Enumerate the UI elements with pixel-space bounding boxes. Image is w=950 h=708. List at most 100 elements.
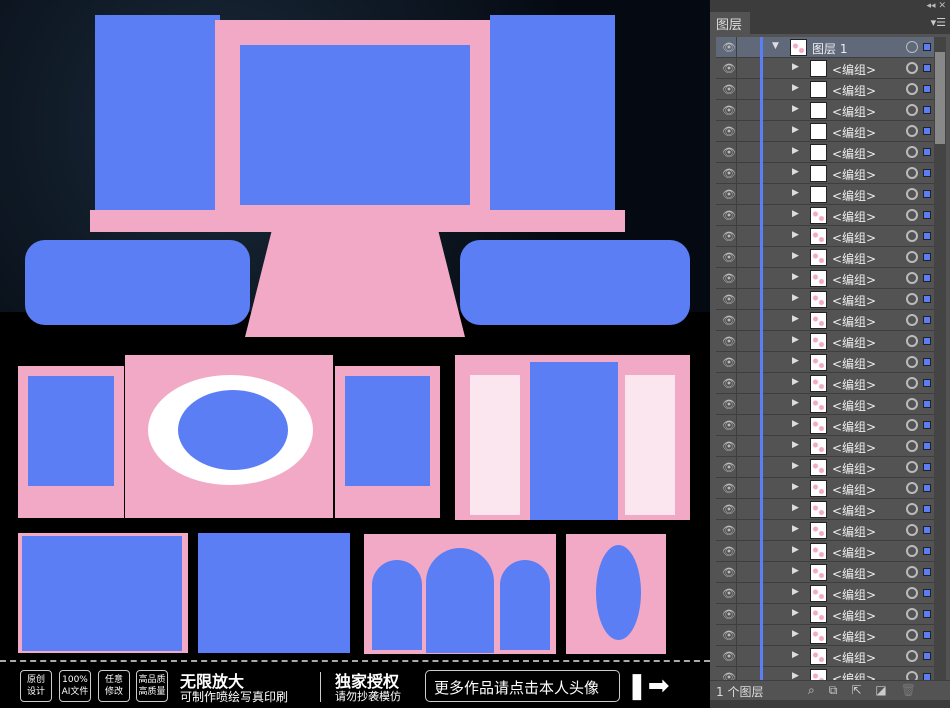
- selection-indicator[interactable]: [923, 274, 931, 282]
- expand-right-icon[interactable]: ▶: [792, 629, 799, 639]
- resize-grip[interactable]: [710, 700, 950, 708]
- expand-right-icon[interactable]: ▶: [792, 503, 799, 513]
- selection-indicator[interactable]: [923, 421, 931, 429]
- group-row[interactable]: 👁 ▶ <编组>: [716, 310, 934, 331]
- target-icon[interactable]: [906, 272, 918, 284]
- group-row[interactable]: 👁 ▶ <编组>: [716, 520, 934, 541]
- expand-right-icon[interactable]: ▶: [792, 314, 799, 324]
- selection-indicator[interactable]: [923, 253, 931, 261]
- new-layer-icon[interactable]: ◪: [875, 683, 900, 697]
- selection-indicator[interactable]: [923, 232, 931, 240]
- expand-right-icon[interactable]: ▶: [792, 272, 799, 282]
- group-row[interactable]: 👁 ▶ <编组>: [716, 247, 934, 268]
- artboard-canvas[interactable]: 原创 设计 100% AI文件 任意 修改 高品质 高质量 无限放大 可制作喷绘…: [0, 0, 710, 708]
- target-icon[interactable]: [906, 314, 918, 326]
- selection-indicator[interactable]: [923, 295, 931, 303]
- group-row[interactable]: 👁 ▶ <编组>: [716, 478, 934, 499]
- expand-right-icon[interactable]: ▶: [792, 146, 799, 156]
- group-row[interactable]: 👁 ▶ <编组>: [716, 541, 934, 562]
- expand-right-icon[interactable]: ▶: [792, 356, 799, 366]
- target-icon[interactable]: [906, 440, 918, 452]
- target-icon[interactable]: [906, 419, 918, 431]
- expand-right-icon[interactable]: ▶: [792, 230, 799, 240]
- target-icon[interactable]: [906, 650, 918, 662]
- expand-right-icon[interactable]: ▶: [792, 104, 799, 114]
- scrollbar[interactable]: [934, 37, 946, 680]
- group-row[interactable]: 👁 ▶ <编组>: [716, 415, 934, 436]
- group-row[interactable]: 👁 ▶ <编组>: [716, 583, 934, 604]
- expand-right-icon[interactable]: ▶: [792, 650, 799, 660]
- clipping-mask-icon[interactable]: ⧉: [829, 683, 852, 697]
- expand-right-icon[interactable]: ▶: [792, 482, 799, 492]
- target-icon[interactable]: [906, 545, 918, 557]
- group-row[interactable]: 👁 ▶ <编组>: [716, 394, 934, 415]
- selection-indicator[interactable]: [923, 43, 931, 51]
- target-icon[interactable]: [906, 629, 918, 641]
- target-icon[interactable]: [906, 293, 918, 305]
- eye-icon[interactable]: 👁: [722, 503, 736, 516]
- expand-right-icon[interactable]: ▶: [792, 125, 799, 135]
- search-icon[interactable]: ⌕: [808, 683, 829, 697]
- tab-layers[interactable]: 图层: [710, 12, 750, 34]
- target-icon[interactable]: [906, 335, 918, 347]
- eye-icon[interactable]: 👁: [722, 524, 736, 537]
- target-icon[interactable]: [906, 41, 918, 53]
- target-icon[interactable]: [906, 62, 918, 74]
- target-icon[interactable]: [906, 104, 918, 116]
- eye-icon[interactable]: 👁: [722, 377, 736, 390]
- selection-indicator[interactable]: [923, 358, 931, 366]
- selection-indicator[interactable]: [923, 484, 931, 492]
- selection-indicator[interactable]: [923, 631, 931, 639]
- group-row[interactable]: 👁 ▶ <编组>: [716, 79, 934, 100]
- eye-icon[interactable]: 👁: [722, 650, 736, 663]
- target-icon[interactable]: [906, 503, 918, 515]
- eye-icon[interactable]: 👁: [722, 125, 736, 138]
- target-icon[interactable]: [906, 230, 918, 242]
- selection-indicator[interactable]: [923, 169, 931, 177]
- target-icon[interactable]: [906, 587, 918, 599]
- eye-icon[interactable]: 👁: [722, 167, 736, 180]
- selection-indicator[interactable]: [923, 610, 931, 618]
- eye-icon[interactable]: 👁: [722, 356, 736, 369]
- eye-icon[interactable]: 👁: [722, 335, 736, 348]
- selection-indicator[interactable]: [923, 505, 931, 513]
- target-icon[interactable]: [906, 566, 918, 578]
- selection-indicator[interactable]: [923, 400, 931, 408]
- group-row[interactable]: 👁 ▶ <编组>: [716, 373, 934, 394]
- expand-right-icon[interactable]: ▶: [792, 398, 799, 408]
- eye-icon[interactable]: 👁: [722, 482, 736, 495]
- selection-indicator[interactable]: [923, 652, 931, 660]
- expand-right-icon[interactable]: ▶: [792, 251, 799, 261]
- selection-indicator[interactable]: [923, 316, 931, 324]
- eye-icon[interactable]: 👁: [722, 440, 736, 453]
- eye-icon[interactable]: 👁: [722, 272, 736, 285]
- target-icon[interactable]: [906, 209, 918, 221]
- selection-indicator[interactable]: [923, 589, 931, 597]
- eye-icon[interactable]: 👁: [722, 251, 736, 264]
- expand-right-icon[interactable]: ▶: [792, 419, 799, 429]
- expand-right-icon[interactable]: ▶: [792, 608, 799, 618]
- group-row[interactable]: 👁 ▶ <编组>: [716, 457, 934, 478]
- eye-icon[interactable]: 👁: [722, 188, 736, 201]
- close-icon[interactable]: ✕: [938, 1, 946, 11]
- expand-down-icon[interactable]: ▼: [772, 41, 779, 51]
- selection-indicator[interactable]: [923, 64, 931, 72]
- new-sublayer-icon[interactable]: ⇱: [851, 683, 875, 697]
- trash-icon[interactable]: 🗑: [901, 683, 930, 697]
- expand-right-icon[interactable]: ▶: [792, 335, 799, 345]
- eye-icon[interactable]: 👁: [722, 587, 736, 600]
- target-icon[interactable]: [906, 398, 918, 410]
- target-icon[interactable]: [906, 146, 918, 158]
- expand-right-icon[interactable]: ▶: [792, 83, 799, 93]
- eye-icon[interactable]: 👁: [722, 629, 736, 642]
- selection-indicator[interactable]: [923, 526, 931, 534]
- group-row[interactable]: 👁 ▶ <编组>: [716, 142, 934, 163]
- target-icon[interactable]: [906, 524, 918, 536]
- expand-right-icon[interactable]: ▶: [792, 440, 799, 450]
- target-icon[interactable]: [906, 251, 918, 263]
- group-row[interactable]: 👁 ▶ <编组>: [716, 226, 934, 247]
- eye-icon[interactable]: 👁: [722, 209, 736, 222]
- expand-right-icon[interactable]: ▶: [792, 188, 799, 198]
- group-row[interactable]: 👁 ▶ <编组>: [716, 289, 934, 310]
- selection-indicator[interactable]: [923, 211, 931, 219]
